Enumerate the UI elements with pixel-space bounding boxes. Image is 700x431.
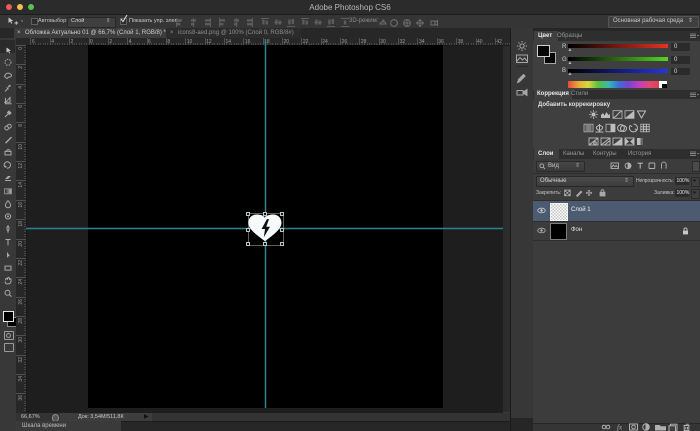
svg-text:fx: fx [617, 424, 623, 431]
